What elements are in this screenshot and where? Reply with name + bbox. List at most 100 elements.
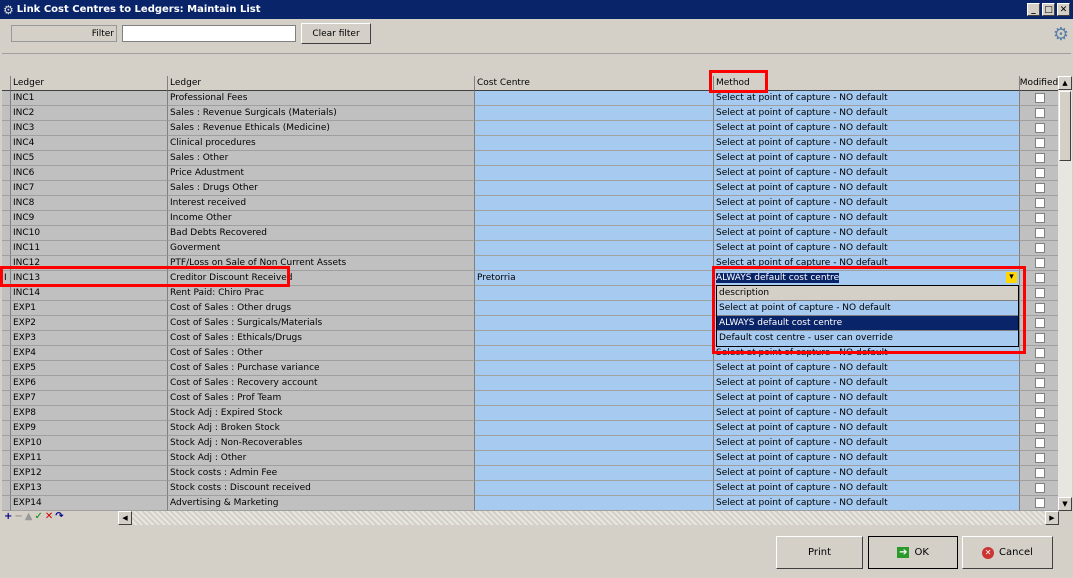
modified-checkbox[interactable] — [1035, 453, 1045, 463]
modified-checkbox[interactable] — [1035, 213, 1045, 223]
modified-checkbox[interactable] — [1035, 348, 1045, 358]
modified-checkbox[interactable] — [1035, 258, 1045, 268]
edit-record-icon[interactable]: ▲ — [25, 511, 33, 522]
filter-input[interactable] — [122, 25, 296, 42]
ledger-code-cell[interactable]: EXP5 — [11, 361, 168, 376]
add-record-icon[interactable]: + — [4, 511, 12, 522]
settings-gear-icon[interactable]: ⚙ — [1053, 24, 1069, 45]
horizontal-scrollbar[interactable]: ◀ ▶ — [118, 511, 1059, 525]
ledger-code-cell[interactable]: EXP10 — [11, 436, 168, 451]
ledger-name-cell[interactable]: Goverment — [168, 241, 475, 256]
method-cell[interactable]: Select at point of capture - NO default — [714, 241, 1020, 256]
modified-checkbox[interactable] — [1035, 288, 1045, 298]
cost-centre-cell[interactable] — [475, 451, 714, 466]
ledger-code-cell[interactable]: EXP7 — [11, 391, 168, 406]
table-row[interactable]: EXP10 Stock Adj : Non-Recoverables Select … — [2, 436, 1059, 451]
minimize-button[interactable]: _ — [1027, 3, 1040, 16]
cost-centre-cell[interactable] — [475, 151, 714, 166]
cost-centre-cell[interactable] — [475, 346, 714, 361]
ledger-code-cell[interactable]: INC14 — [11, 286, 168, 301]
cancel-button[interactable]: ✕ Cancel — [962, 536, 1053, 569]
header-modified[interactable]: Modified — [1020, 76, 1059, 91]
cost-centre-cell[interactable] — [475, 211, 714, 226]
ok-button[interactable]: ➔ OK — [868, 536, 958, 569]
table-row[interactable]: EXP12 Stock costs : Admin Fee Select at po… — [2, 466, 1059, 481]
ledger-name-cell[interactable]: Stock Adj : Non-Recoverables — [168, 436, 475, 451]
ledger-name-cell[interactable]: Rent Paid: Chiro Prac — [168, 286, 475, 301]
modified-checkbox[interactable] — [1035, 198, 1045, 208]
method-cell[interactable]: Select at point of capture - NO default — [714, 496, 1020, 511]
modified-checkbox[interactable] — [1035, 153, 1045, 163]
modified-checkbox[interactable] — [1035, 123, 1045, 133]
clear-filter-button[interactable]: Clear filter — [301, 23, 371, 44]
ledger-name-cell[interactable]: Cost of Sales : Other drugs — [168, 301, 475, 316]
ledger-name-cell[interactable]: Cost of Sales : Surgicals/Materials — [168, 316, 475, 331]
modified-checkbox[interactable] — [1035, 138, 1045, 148]
cost-centre-cell[interactable] — [475, 301, 714, 316]
cost-centre-cell[interactable] — [475, 421, 714, 436]
vertical-scrollbar[interactable]: ▲ ▼ — [1058, 76, 1072, 511]
method-cell[interactable]: Select at point of capture - NO default — [714, 391, 1020, 406]
table-row[interactable]: EXP8 Stock Adj : Expired Stock Select at p… — [2, 406, 1059, 421]
ledger-name-cell[interactable]: Stock Adj : Other — [168, 451, 475, 466]
modified-checkbox[interactable] — [1035, 333, 1045, 343]
ledger-name-cell[interactable]: Bad Debts Recovered — [168, 226, 475, 241]
modified-checkbox[interactable] — [1035, 273, 1045, 283]
scroll-thumb[interactable] — [1059, 91, 1071, 161]
cost-centre-cell[interactable] — [475, 166, 714, 181]
modified-checkbox[interactable] — [1035, 438, 1045, 448]
ledger-code-cell[interactable]: INC10 — [11, 226, 168, 241]
table-row[interactable]: EXP9 Stock Adj : Broken Stock Select at po… — [2, 421, 1059, 436]
cost-centre-cell[interactable] — [475, 316, 714, 331]
table-row[interactable]: INC7 Sales : Drugs Other Select at point o… — [2, 181, 1059, 196]
ledger-name-cell[interactable]: Sales : Revenue Surgicals (Materials) — [168, 106, 475, 121]
cost-centre-cell[interactable] — [475, 406, 714, 421]
ledger-name-cell[interactable]: Stock Adj : Broken Stock — [168, 421, 475, 436]
ledger-name-cell[interactable]: Sales : Drugs Other — [168, 181, 475, 196]
modified-checkbox[interactable] — [1035, 498, 1045, 508]
table-row[interactable]: EXP11 Stock Adj : Other Select at point of… — [2, 451, 1059, 466]
ledger-code-cell[interactable]: EXP12 — [11, 466, 168, 481]
ledger-code-cell[interactable]: INC7 — [11, 181, 168, 196]
table-row[interactable]: INC3 Sales : Revenue Ethicals (Medicine) S… — [2, 121, 1059, 136]
table-row[interactable]: INC5 Sales : Other Select at point of capt… — [2, 151, 1059, 166]
ledger-code-cell[interactable]: EXP1 — [11, 301, 168, 316]
cost-centre-cell[interactable] — [475, 91, 714, 106]
method-cell[interactable]: Select at point of capture - NO default — [714, 481, 1020, 496]
ledger-name-cell[interactable]: Cost of Sales : Recovery account — [168, 376, 475, 391]
modified-checkbox[interactable] — [1035, 228, 1045, 238]
ledger-code-cell[interactable]: INC1 — [11, 91, 168, 106]
ledger-code-cell[interactable]: INC8 — [11, 196, 168, 211]
modified-checkbox[interactable] — [1035, 393, 1045, 403]
post-record-icon[interactable]: ✓ — [34, 511, 42, 522]
cost-centre-cell[interactable] — [475, 391, 714, 406]
table-row[interactable]: INC2 Sales : Revenue Surgicals (Materials… — [2, 106, 1059, 121]
table-row[interactable]: INC4 Clinical procedures Select at point o… — [2, 136, 1059, 151]
method-cell[interactable]: Select at point of capture - NO default — [714, 226, 1020, 241]
ledger-code-cell[interactable]: EXP8 — [11, 406, 168, 421]
modified-checkbox[interactable] — [1035, 93, 1045, 103]
modified-checkbox[interactable] — [1035, 108, 1045, 118]
ledger-code-cell[interactable]: EXP14 — [11, 496, 168, 511]
ledger-code-cell[interactable]: INC9 — [11, 211, 168, 226]
table-row[interactable]: INC8 Interest received Select at point of … — [2, 196, 1059, 211]
modified-checkbox[interactable] — [1035, 243, 1045, 253]
method-cell[interactable]: Select at point of capture - NO default — [714, 151, 1020, 166]
close-button[interactable]: ✕ — [1057, 3, 1070, 16]
table-row[interactable]: EXP13 Stock costs : Discount received Sele… — [2, 481, 1059, 496]
cost-centre-cell[interactable] — [475, 106, 714, 121]
cost-centre-cell[interactable]: Pretorria — [475, 271, 714, 286]
scroll-up-arrow-icon[interactable]: ▲ — [1058, 76, 1072, 90]
table-row[interactable]: EXP5 Cost of Sales : Purchase variance Sel… — [2, 361, 1059, 376]
table-row[interactable]: INC10 Bad Debts Recovered Select at point … — [2, 226, 1059, 241]
ledger-code-cell[interactable]: INC2 — [11, 106, 168, 121]
cost-centre-cell[interactable] — [475, 376, 714, 391]
ledger-code-cell[interactable]: EXP13 — [11, 481, 168, 496]
method-cell[interactable]: Select at point of capture - NO default — [714, 106, 1020, 121]
ledger-code-cell[interactable]: EXP11 — [11, 451, 168, 466]
delete-record-icon[interactable]: − — [14, 511, 22, 522]
method-cell[interactable]: Select at point of capture - NO default — [714, 121, 1020, 136]
table-row[interactable]: INC6 Price Adustment Select at point of ca… — [2, 166, 1059, 181]
ledger-code-cell[interactable]: EXP4 — [11, 346, 168, 361]
scroll-down-arrow-icon[interactable]: ▼ — [1058, 497, 1072, 511]
